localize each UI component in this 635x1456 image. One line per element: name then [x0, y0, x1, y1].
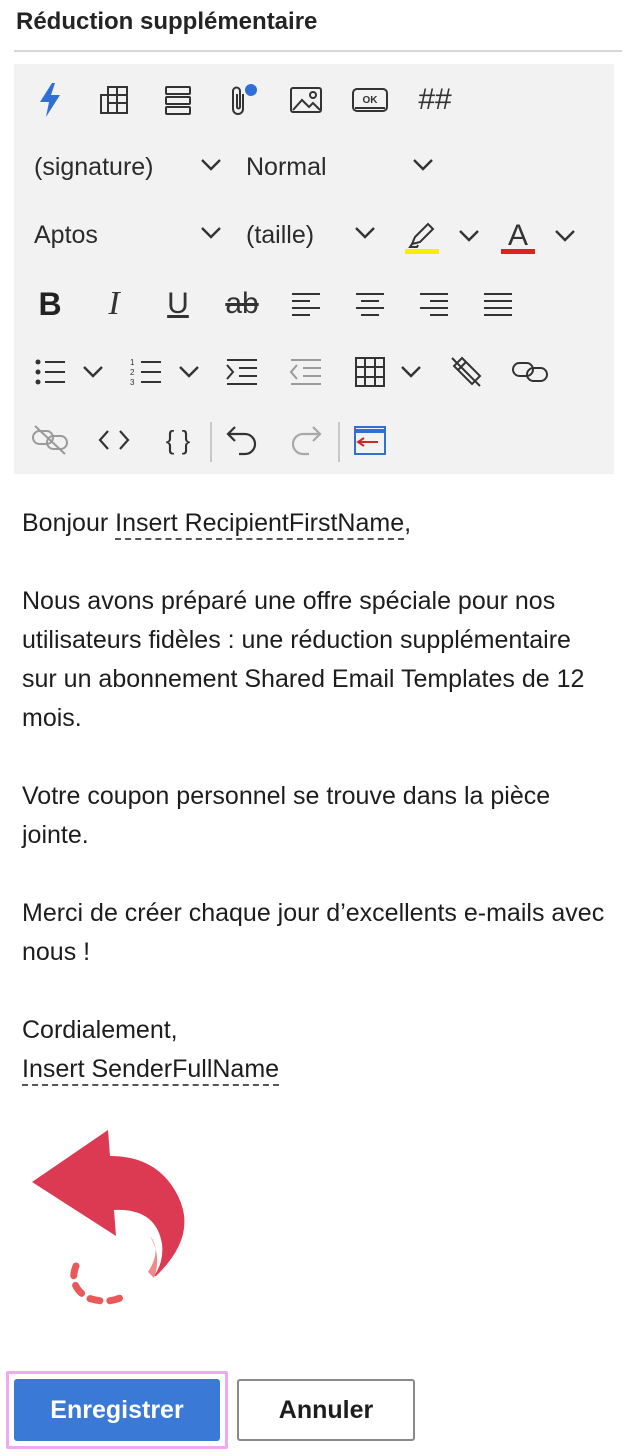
insert-table-layout-icon[interactable] [92, 78, 136, 122]
braces-icon[interactable]: { } [156, 418, 200, 462]
font-dropdown-label: Aptos [34, 221, 98, 249]
highlight-color-dropdown[interactable] [452, 214, 486, 258]
paragraph-thanks: Merci de créer chaque jour d’excellents … [22, 899, 605, 966]
source-code-icon[interactable] [92, 418, 136, 462]
paragraph-style-dropdown[interactable]: Normal [246, 146, 442, 190]
chevron-down-icon [201, 227, 221, 239]
svg-text:2: 2 [130, 368, 135, 377]
insert-into-email-icon[interactable] [348, 418, 392, 462]
align-center-icon[interactable] [348, 282, 392, 326]
underline-button[interactable]: U [156, 282, 200, 326]
template-title: Réduction supplémentaire [16, 8, 318, 35]
clear-formatting-icon[interactable] [444, 350, 488, 394]
toolbar-separator [338, 422, 340, 462]
font-color-dropdown[interactable] [548, 214, 582, 258]
underline-glyph: U [167, 287, 189, 320]
sender-full-name-macro[interactable]: Insert SenderFullName [22, 1055, 280, 1086]
attachment-paperclip-icon[interactable] [220, 78, 264, 122]
template-body[interactable]: Bonjour Insert RecipientFirstName, Nous … [22, 504, 618, 1089]
chevron-down-icon [413, 159, 433, 171]
return-arrow-icon [32, 1130, 185, 1305]
toolbar-separator [210, 422, 212, 462]
ok-glyph: OK [363, 95, 379, 106]
macros-hash-icon[interactable]: ## [412, 78, 458, 122]
font-color-button[interactable]: A [496, 214, 540, 258]
bulleted-list-dropdown[interactable] [76, 350, 110, 394]
paragraph-offer: Nous avons préparé une offre spéciale po… [22, 587, 585, 732]
paragraph-coupon: Votre coupon personnel se trouve dans la… [22, 782, 551, 849]
italic-button[interactable]: I [92, 282, 136, 326]
align-right-icon[interactable] [412, 282, 456, 326]
numbered-list-dropdown[interactable] [172, 350, 206, 394]
remove-link-icon[interactable] [28, 418, 72, 462]
chevron-down-icon [355, 227, 375, 239]
chevron-down-icon [179, 366, 199, 378]
signature-dropdown[interactable]: (signature) [34, 146, 226, 190]
redo-icon[interactable] [284, 418, 328, 462]
bold-button[interactable]: B [28, 282, 72, 326]
font-family-dropdown[interactable]: Aptos [34, 214, 226, 258]
insert-link-icon[interactable] [508, 350, 552, 394]
editor-toolbar: OK ## (signature) Normal Aptos (taille) … [14, 64, 614, 474]
closing-line: Cordialement, [22, 1016, 178, 1044]
highlight-color-button[interactable] [400, 214, 444, 258]
font-color-glyph: A [508, 219, 528, 252]
decrease-indent-icon[interactable] [284, 350, 328, 394]
insert-table-dropdown[interactable] [394, 350, 428, 394]
strikethrough-button[interactable]: ab [220, 282, 264, 326]
svg-text:1: 1 [130, 358, 135, 367]
recipient-first-name-macro[interactable]: Insert RecipientFirstName [115, 509, 405, 540]
size-dropdown-label: (taille) [246, 221, 315, 249]
quick-insert-lightning-icon[interactable] [28, 78, 72, 122]
style-dropdown-label: Normal [246, 153, 327, 181]
bold-glyph: B [38, 285, 62, 322]
save-button[interactable]: Enregistrer [14, 1379, 220, 1441]
numbered-list-icon[interactable]: 123 [124, 350, 168, 394]
chevron-down-icon [201, 159, 221, 171]
cancel-button[interactable]: Annuler [237, 1379, 415, 1441]
greeting-line: Bonjour Insert RecipientFirstName, [22, 504, 618, 543]
svg-text:3: 3 [130, 378, 135, 387]
font-size-dropdown[interactable]: (taille) [246, 214, 380, 258]
insert-table-icon[interactable] [348, 350, 392, 394]
undo-icon[interactable] [220, 418, 264, 462]
bulleted-list-icon[interactable] [28, 350, 72, 394]
align-left-icon[interactable] [284, 282, 328, 326]
justify-icon[interactable] [476, 282, 520, 326]
template-title-field[interactable]: Réduction supplémentaire [14, 0, 622, 52]
increase-indent-icon[interactable] [220, 350, 264, 394]
chevron-down-icon [459, 230, 479, 242]
strike-glyph: ab [225, 287, 259, 320]
hash-glyph: ## [418, 83, 452, 116]
italic-glyph: I [108, 285, 120, 322]
chevron-down-icon [555, 230, 575, 242]
insert-button-icon[interactable]: OK [348, 78, 392, 122]
chevron-down-icon [83, 366, 103, 378]
braces-glyph: { } [165, 424, 191, 455]
insert-image-icon[interactable] [284, 78, 328, 122]
chevron-down-icon [401, 366, 421, 378]
insert-rows-icon[interactable] [156, 78, 200, 122]
signature-dropdown-label: (signature) [34, 153, 154, 181]
